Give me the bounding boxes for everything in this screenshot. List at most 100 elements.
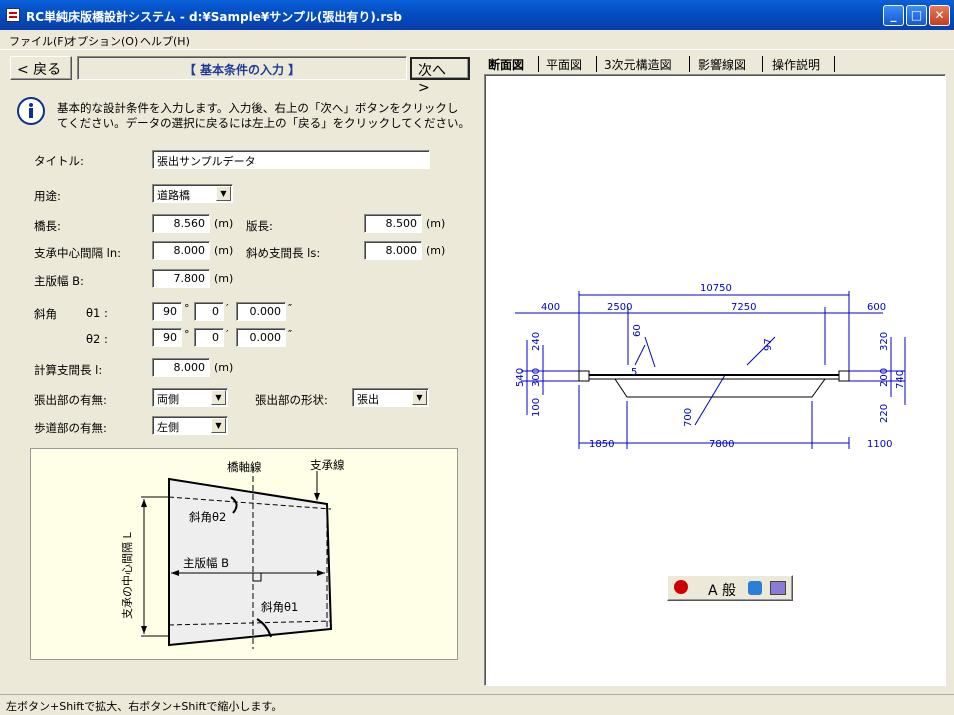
skew1-label: 斜角θ1 [261, 600, 299, 614]
degree-mark: ° [184, 302, 190, 315]
tab-divider [538, 56, 539, 72]
dim-left-offset: 400 [541, 302, 560, 313]
dim-240: 240 [531, 332, 542, 351]
overhang-shape-label: 張出部の形状: [255, 393, 328, 407]
overhang-shape-select[interactable]: 張出 ▼ [352, 388, 429, 407]
window-title: RC単純床版橋設計システム - d:¥Sample¥サンプル(張出有り).rsb [26, 10, 403, 24]
tab-section[interactable]: 断面図 [488, 54, 524, 73]
next-button[interactable]: 次へ > [410, 57, 470, 96]
degree-mark: ° [184, 328, 190, 341]
overhang-value: 両側 [157, 393, 179, 406]
title-label: タイトル: [34, 154, 84, 168]
minute-mark: ′ [226, 328, 229, 341]
dim-main-span: 7250 [731, 302, 756, 313]
drawing-canvas[interactable]: 10750 400 2500 7250 600 60 97 240 320 54… [484, 74, 946, 686]
unit-label: (m) [214, 244, 234, 257]
width-diagram-label: 主版幅 B [183, 555, 230, 571]
sidewalk-label: 歩道部の有無: [34, 421, 107, 435]
second-mark: ″ [288, 302, 293, 315]
dim-slab-width: 7800 [709, 439, 734, 450]
app-icon [6, 8, 20, 22]
dim-left-span: 2500 [607, 302, 632, 313]
width-label: 主版幅 B: [34, 274, 84, 288]
skew-span-input[interactable]: 8.000 [364, 241, 422, 260]
chevron-down-icon: ▼ [412, 390, 427, 405]
font-toggle[interactable]: A 般 [708, 580, 736, 600]
calc-span-label: 計算支間長 l: [34, 363, 103, 377]
dim-left-overhang: 1850 [589, 439, 614, 450]
status-bar: 左ボタン+Shiftで拡大、右ボタン+Shiftで縮小します。 [0, 694, 954, 715]
chevron-down-icon: ▼ [216, 186, 231, 201]
bearing-line-label: 支承線 [310, 458, 345, 472]
dim-540: 540 [515, 368, 526, 387]
chevron-down-icon: ▼ [211, 418, 226, 433]
slab-length-input[interactable]: 8.500 [364, 214, 422, 233]
dim-right-overhang: 1100 [867, 439, 892, 450]
theta2-degrees-input[interactable]: 90 [152, 328, 182, 347]
title-bar: RC単純床版橋設計システム - d:¥Sample¥サンプル(張出有り).rsb… [0, 0, 954, 30]
info-icon [16, 96, 46, 126]
section-title: 【 基本条件の入力 】 [77, 56, 407, 80]
print-icon[interactable] [770, 581, 786, 595]
chevron-down-icon: ▼ [211, 390, 226, 405]
usage-label: 用途: [34, 189, 61, 203]
unit-label: (m) [426, 217, 446, 230]
dim-300: 300 [531, 368, 542, 387]
menu-help[interactable]: ヘルプ(H) [140, 33, 190, 49]
bearing-span-input[interactable]: 8.000 [152, 241, 210, 260]
menu-file[interactable]: ファイル(F) [9, 33, 68, 49]
close-button[interactable]: ✕ [929, 5, 950, 26]
menu-options[interactable]: オプション(O) [66, 33, 138, 49]
theta1-degrees-input[interactable]: 90 [152, 302, 182, 321]
tab-help[interactable]: 操作説明 [772, 54, 820, 73]
skew-diagram [141, 467, 333, 649]
width-input[interactable]: 7.800 [152, 269, 210, 288]
bridge-length-label: 橋長: [34, 219, 61, 233]
skew-span-label: 斜め支間長 ls: [246, 246, 321, 260]
back-button[interactable]: < 戻る [10, 56, 72, 80]
theta1-seconds-input[interactable]: 0.000 [236, 302, 286, 321]
dim-97: 97 [763, 338, 774, 351]
unit-label: (m) [214, 272, 234, 285]
skew2-label: 斜角θ2 [189, 510, 227, 524]
overhang-shape-value: 張出 [357, 393, 379, 406]
theta2-minutes-input[interactable]: 0 [194, 328, 224, 347]
tab-influence[interactable]: 影響線図 [698, 54, 746, 73]
color-icon[interactable] [674, 580, 688, 594]
dim-220: 220 [879, 404, 890, 423]
theta1-label: θ1 : [86, 306, 108, 320]
unit-label: (m) [214, 361, 234, 374]
dim-total-width: 10750 [700, 283, 732, 294]
tab-plan[interactable]: 平面図 [546, 54, 582, 73]
title-input[interactable]: 張出サンプルデータ [152, 150, 430, 169]
dim-740: 740 [895, 370, 906, 389]
tab-3d[interactable]: 3次元構造図 [604, 54, 672, 73]
settings-icon[interactable] [748, 581, 762, 595]
theta2-seconds-input[interactable]: 0.000 [236, 328, 286, 347]
overhang-select[interactable]: 両側 ▼ [152, 388, 228, 407]
dim-700: 700 [683, 408, 694, 427]
theta1-minutes-input[interactable]: 0 [194, 302, 224, 321]
bridge-length-input[interactable]: 8.560 [152, 214, 210, 233]
calc-span-input[interactable]: 8.000 [152, 358, 210, 377]
tab-divider [689, 56, 690, 72]
maximize-button[interactable]: □ [906, 5, 927, 26]
minute-mark: ′ [226, 302, 229, 315]
dim-5: 5 [631, 367, 637, 378]
axis-line-label: 橋軸線 [227, 460, 262, 474]
sidewalk-select[interactable]: 左側 ▼ [152, 416, 228, 435]
tab-divider [762, 56, 763, 72]
dim-60: 60 [632, 324, 643, 337]
dim-200: 200 [879, 368, 890, 387]
skew-diagram-panel: 橋軸線 支承線 斜角θ2 主版幅 B 支承の中心間隔 L 斜角θ1 [30, 448, 458, 660]
overhang-label: 張出部の有無: [34, 393, 107, 407]
span-diagram-label: 支承の中心間隔 L [121, 532, 134, 619]
minimize-button[interactable]: _ [883, 5, 904, 26]
unit-label: (m) [426, 244, 446, 257]
skew-label: 斜角 [34, 307, 57, 321]
dim-100: 100 [531, 398, 542, 417]
usage-select[interactable]: 道路橋 ▼ [152, 184, 233, 203]
theta2-label: θ2 : [86, 332, 108, 346]
sidewalk-value: 左側 [157, 421, 179, 434]
usage-value: 道路橋 [157, 189, 190, 202]
